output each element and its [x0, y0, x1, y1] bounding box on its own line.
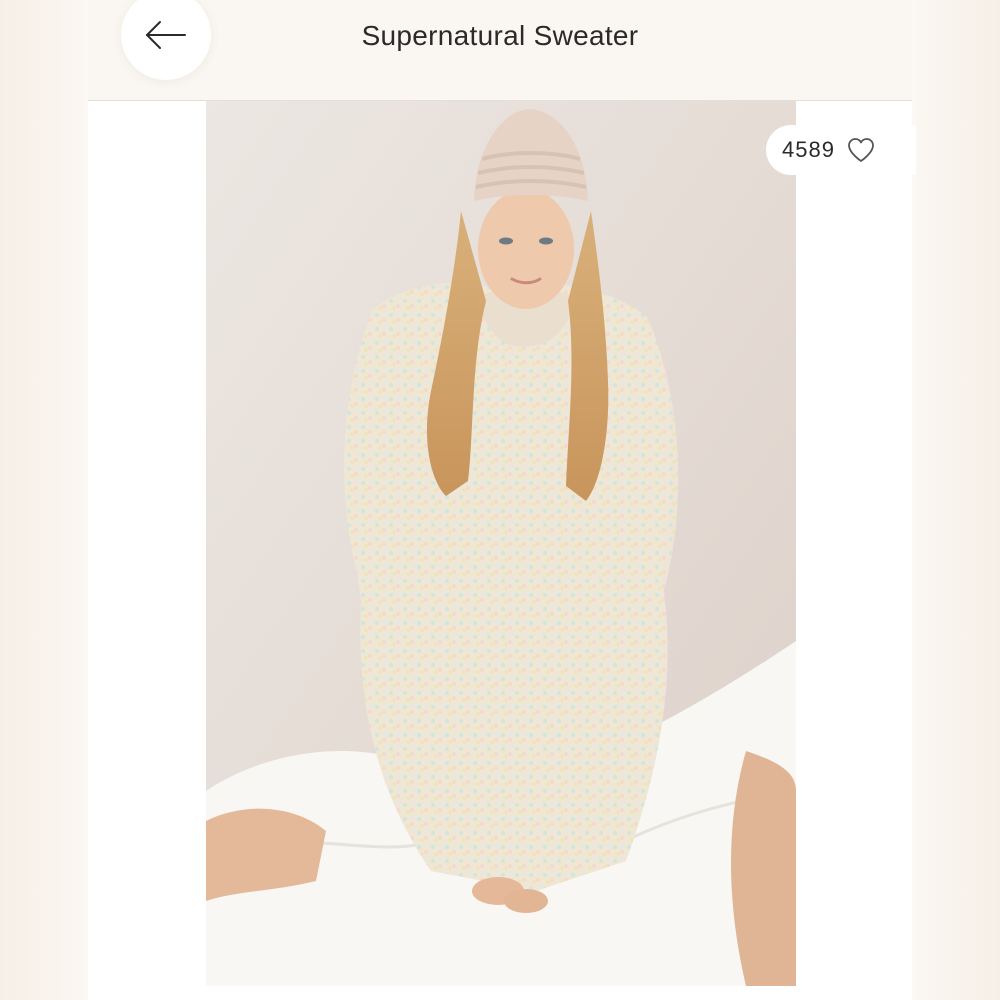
arrow-left-icon: [146, 21, 186, 49]
product-photo-illustration: [206, 101, 796, 986]
heart-outline-icon: [848, 138, 874, 162]
like-count: 4589: [782, 137, 835, 162]
page-title: Supernatural Sweater: [361, 20, 639, 51]
product-image[interactable]: [206, 101, 796, 986]
listing-page: Supernatural Sweater 4589: [0, 0, 1000, 1000]
content-area: 4589: [88, 101, 916, 1000]
like-button[interactable]: 4589: [766, 125, 916, 175]
